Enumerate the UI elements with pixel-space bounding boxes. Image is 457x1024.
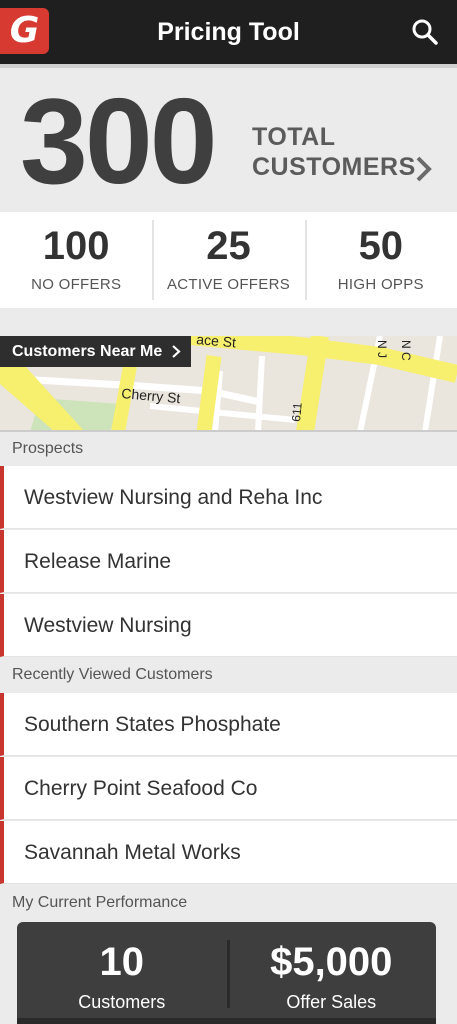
stat-value: 50 [358,224,404,268]
performance-customers: 10 Customers [17,922,227,1024]
recent-customers-header: Recently Viewed Customers [0,658,457,692]
search-icon[interactable] [411,18,439,46]
stat-value: 25 [206,224,251,268]
recent-customer-item[interactable]: Southern States Phosphate [0,693,457,756]
customers-near-me-button[interactable]: Customers Near Me [0,336,191,367]
prospect-item[interactable]: Release Marine [0,530,457,593]
stat-label: ACTIVE OFFERS [166,276,291,293]
total-customers-panel[interactable]: 300 TOTAL CUSTOMERS [0,68,457,212]
performance-panel[interactable]: 10 Customers $5,000 Offer Sales [17,922,436,1024]
prospect-item[interactable]: Westview Nursing and Reha Inc [0,466,457,529]
page-title: Pricing Tool [157,18,300,46]
map-label-nc: N C [399,340,413,361]
performance-panel-footer [17,1018,436,1024]
map-label-nj: N J [375,340,389,358]
performance-offer-sales: $5,000 Offer Sales [226,922,437,1024]
customers-map[interactable]: Cherry St ace St 611 N C N J Customers N… [0,336,457,432]
prospect-item[interactable]: Westview Nursing [0,594,457,657]
stat-label: HIGH OPPS [337,276,424,293]
app-header: G Pricing Tool [0,0,457,64]
recent-customer-item[interactable]: Cherry Point Seafood Co [0,757,457,820]
performance-header: My Current Performance [0,886,457,920]
stat-no-offers[interactable]: 100 NO OFFERS [0,212,152,308]
stat-value: 100 [42,224,110,268]
total-label-line2: CUSTOMERS [252,153,416,181]
prospects-header: Prospects [0,432,457,466]
performance-customers-label: Customers [78,992,166,1012]
map-label-611: 611 [289,402,305,423]
recent-customer-item[interactable]: Savannah Metal Works [0,821,457,884]
performance-sales-value: $5,000 [270,940,393,984]
performance-sales-label: Offer Sales [286,992,377,1012]
stat-label: NO OFFERS [31,276,122,293]
total-customers-count: 300 [20,73,218,209]
stat-active-offers[interactable]: 25 ACTIVE OFFERS [152,212,304,308]
offer-stats: 100 NO OFFERS 25 ACTIVE OFFERS 50 HIGH O… [0,212,457,308]
performance-customers-value: 10 [99,940,145,984]
customers-near-me-label: Customers Near Me [12,343,163,360]
total-label-line1: TOTAL [252,123,336,151]
stat-high-opps[interactable]: 50 HIGH OPPS [304,212,457,308]
total-customers-label: TOTAL CUSTOMERS [252,122,416,182]
chevron-right-icon [172,345,181,358]
chevron-right-icon [416,156,432,182]
